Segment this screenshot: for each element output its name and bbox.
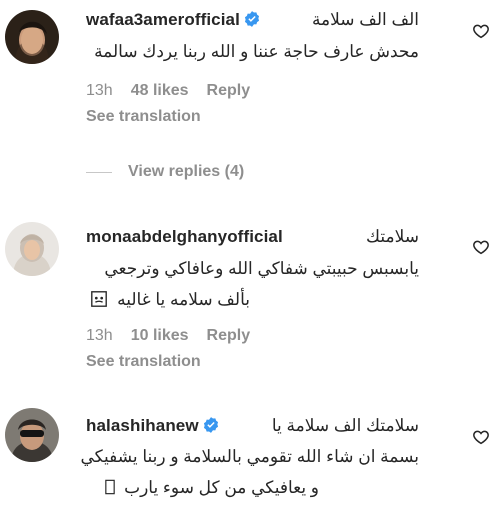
see-translation-link[interactable]: See translation <box>86 353 201 371</box>
verified-badge-icon <box>243 10 261 28</box>
verified-badge-icon <box>202 416 220 434</box>
likes-count[interactable]: 48 likes <box>131 82 189 100</box>
comment-meta: 13h 10 likes Reply <box>86 327 268 345</box>
emoji-icon <box>90 290 108 313</box>
heart-outline-icon[interactable] <box>472 238 490 256</box>
comment-text: و يعافيكي من كل سوء يارب <box>105 478 319 500</box>
divider-line <box>86 171 112 173</box>
reply-button[interactable]: Reply <box>207 327 251 345</box>
comment-meta: 13h 48 likes Reply <box>86 82 268 100</box>
username[interactable]: monaabdelghanyofficial <box>86 227 283 246</box>
avatar[interactable] <box>5 222 59 276</box>
comment-text-part: بألف سلامه يا غاليه <box>117 290 250 309</box>
comment-text: بسمة ان شاء الله تقومي بالسلامة و ربنا ي… <box>80 447 419 466</box>
username[interactable]: halashihanew <box>86 416 199 435</box>
see-translation-link[interactable]: See translation <box>86 108 201 126</box>
reply-button[interactable]: Reply <box>207 82 251 100</box>
comment-text-part: و يعافيكي من كل سوء يارب <box>124 478 319 497</box>
timestamp[interactable]: 13h <box>86 327 113 345</box>
view-replies-label: View replies (4) <box>128 163 245 180</box>
view-replies-button[interactable]: View replies (4) <box>86 163 244 183</box>
comment-text: سلامتك <box>366 227 419 246</box>
username[interactable]: wafaa3amerofficial <box>86 10 240 29</box>
heart-outline-icon[interactable] <box>472 428 490 446</box>
comment-text: يابسبس حبيبتي شفاكي الله وعافاكي وترجعي <box>104 259 419 278</box>
comment-text: بألف سلامه يا غاليه <box>90 290 250 313</box>
avatar[interactable] <box>5 408 59 462</box>
emoji-placeholder-icon <box>105 479 116 500</box>
avatar[interactable] <box>5 10 59 64</box>
heart-outline-icon[interactable] <box>472 22 490 40</box>
comment-text: محدش عارف حاجة عننا و الله ربنا يردك سال… <box>94 42 419 61</box>
timestamp[interactable]: 13h <box>86 82 113 100</box>
likes-count[interactable]: 10 likes <box>131 327 189 345</box>
comment-text: سلامتك الف سلامة يا <box>271 416 419 435</box>
comment-text: الف الف سلامة <box>311 10 419 29</box>
